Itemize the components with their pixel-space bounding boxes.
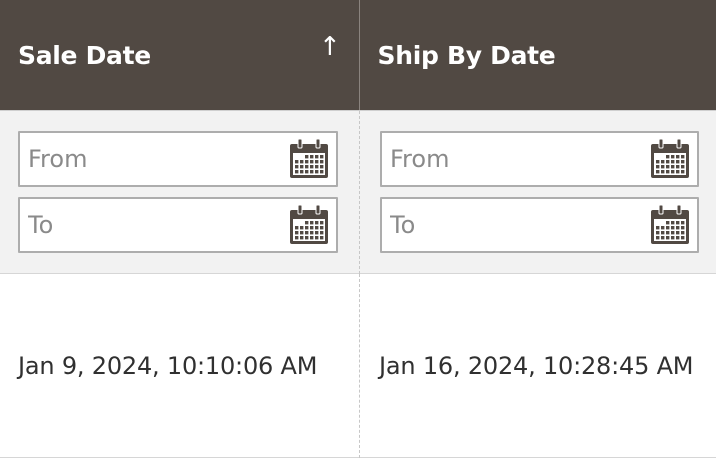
column-header-label: Ship By Date bbox=[377, 40, 556, 70]
table-header: Sale Date ↑ Ship By Date bbox=[0, 0, 716, 110]
data-grid: Sale Date ↑ Ship By Date From To From To… bbox=[0, 0, 716, 458]
ship-by-date-from-field bbox=[380, 131, 699, 187]
ship-by-date-to-field bbox=[380, 197, 699, 253]
filter-cell-sale-date bbox=[0, 111, 359, 274]
column-header-ship-by-date[interactable]: Ship By Date bbox=[360, 0, 716, 110]
sale-date-to-input[interactable] bbox=[20, 199, 282, 251]
column-separator bbox=[359, 274, 360, 458]
calendar-icon[interactable] bbox=[649, 138, 691, 180]
column-header-label: Sale Date bbox=[18, 40, 151, 70]
calendar-icon[interactable] bbox=[288, 204, 330, 246]
column-header-sale-date[interactable]: Sale Date ↑ bbox=[0, 0, 359, 110]
ship-by-date-cell: Jan 16, 2024, 10:28:45 AM bbox=[379, 351, 694, 380]
sale-date-cell: Jan 9, 2024, 10:10:06 AM bbox=[18, 351, 318, 380]
ship-by-date-to-input[interactable] bbox=[382, 199, 644, 251]
table-row[interactable]: Jan 9, 2024, 10:10:06 AM Jan 16, 2024, 1… bbox=[0, 274, 716, 458]
arrow-up-icon: ↑ bbox=[319, 32, 341, 62]
ship-by-date-from-input[interactable] bbox=[382, 133, 644, 185]
filter-row bbox=[0, 110, 716, 274]
calendar-icon[interactable] bbox=[649, 204, 691, 246]
sale-date-to-field bbox=[18, 197, 338, 253]
calendar-icon[interactable] bbox=[288, 138, 330, 180]
sale-date-from-field bbox=[18, 131, 338, 187]
filter-cell-ship-by-date bbox=[359, 111, 716, 274]
column-separator bbox=[359, 111, 360, 274]
sale-date-from-input[interactable] bbox=[20, 133, 282, 185]
